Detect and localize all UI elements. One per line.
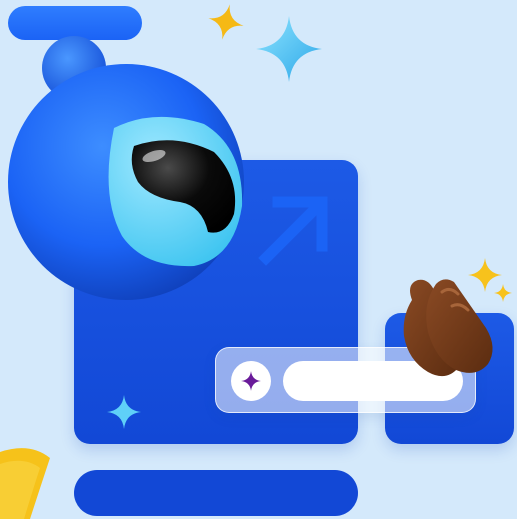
gold-sparkle-top-icon — [208, 4, 244, 40]
cyan-sparkle-icon — [107, 395, 141, 429]
blue-fuzzy-mascot — [8, 36, 244, 300]
purple-star-icon — [241, 371, 261, 391]
add-button[interactable] — [231, 361, 271, 401]
yellow-shape-fragment — [0, 448, 50, 519]
cyan-sparkle-top-icon — [256, 16, 322, 82]
arrow-up-right-icon — [258, 196, 328, 266]
progress-fill — [8, 6, 142, 40]
gold-sparkle-small-icon — [494, 284, 512, 302]
progress-bar — [74, 470, 358, 516]
